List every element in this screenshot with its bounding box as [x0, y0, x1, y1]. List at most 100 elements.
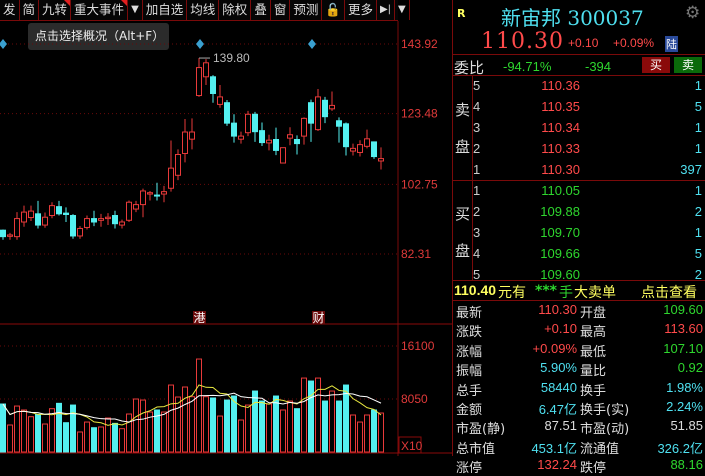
stat-value: 326.2亿 — [657, 440, 703, 456]
volume-bar — [189, 396, 195, 453]
candle-body — [357, 144, 363, 153]
toolbar-item[interactable]: 叠 — [251, 0, 271, 20]
stat-label: 市盈(静) — [456, 422, 506, 438]
toolbar-item[interactable]: 🔓 — [322, 0, 345, 20]
price-change: +0.10 — [568, 36, 599, 50]
stock-title: 新宙邦 300037 — [501, 6, 644, 30]
volume: 1 — [694, 120, 702, 135]
candle-body — [105, 216, 111, 220]
level: 4 — [473, 246, 481, 261]
volume-bar — [357, 421, 363, 453]
price: 110.30 — [541, 162, 580, 177]
toolbar-item[interactable]: 重大事件 — [71, 0, 129, 20]
sell-button[interactable]: 卖 — [674, 57, 702, 73]
big-order-bar[interactable]: 110.40 元有 *** 手 大卖单 点击查看 — [453, 282, 705, 302]
volume-bar — [35, 413, 41, 453]
volume-bar — [322, 400, 328, 453]
price-change-pct: +0.09% — [613, 36, 655, 50]
order-row[interactable]: 4 109.66 5 — [453, 244, 705, 265]
order-row[interactable]: 1 110.30 397 — [453, 160, 705, 181]
order-row[interactable]: 2 109.88 2 — [453, 202, 705, 223]
order-row[interactable]: 3 109.70 1 — [453, 223, 705, 244]
candle-body — [35, 213, 41, 226]
stat-row: 振幅 5.90% 量比 0.92 — [453, 359, 705, 380]
stat-value: 58440 — [540, 379, 577, 395]
volume-bar — [140, 399, 146, 453]
gear-icon[interactable]: ⚙ — [685, 3, 700, 23]
volume-bar — [119, 428, 125, 453]
volume-bar — [98, 426, 104, 453]
volume-bar — [0, 403, 6, 453]
volume-bar — [91, 427, 97, 453]
stat-label: 总市值 — [456, 441, 496, 457]
volume-bar — [217, 415, 223, 453]
candle-body — [126, 201, 132, 221]
stat-label: 流通值 — [580, 441, 620, 457]
candle-body — [119, 221, 125, 226]
candle-body — [21, 211, 27, 223]
volume-bar — [21, 409, 27, 453]
price-tick-label: 82.31 — [401, 247, 431, 261]
volume-bar — [294, 408, 300, 453]
order-row[interactable]: 2 110.33 1 — [453, 139, 705, 160]
price: 109.88 — [540, 204, 580, 219]
toolbar-item[interactable]: 预测 — [290, 0, 323, 20]
toolbar-item[interactable]: 除权 — [219, 0, 252, 20]
toolbar-item[interactable]: 更多 — [345, 0, 377, 20]
candle-body — [84, 218, 90, 228]
volume-bar — [126, 413, 132, 453]
volume: 1 — [694, 78, 702, 93]
toolbar-item[interactable]: 均线 — [187, 0, 220, 20]
toolbar-item[interactable]: 加自选 — [143, 0, 188, 20]
candle-body — [98, 218, 104, 221]
stat-row: 金额 6.47亿 换手(实) 2.24% — [453, 398, 705, 418]
volume-bar — [42, 423, 48, 453]
volume-bar — [301, 377, 307, 453]
candle-body — [49, 205, 55, 217]
diamond-icon — [196, 39, 204, 49]
buy-button[interactable]: 买 — [642, 57, 670, 73]
order-row[interactable]: 3 110.34 1 — [453, 118, 705, 139]
toolbar-item[interactable]: 窗 — [271, 0, 291, 20]
view-link[interactable]: 点击查看 — [641, 282, 697, 302]
level: 2 — [473, 204, 481, 219]
toolbar-item[interactable]: ▼ — [128, 0, 143, 20]
candle-body — [203, 62, 209, 78]
volume-bar — [196, 358, 202, 453]
big-order-type: 大卖单 — [574, 285, 616, 301]
stat-row: 市盈(静) 87.51 市盈(动) 51.85 — [453, 417, 705, 438]
volume-bar — [63, 422, 69, 453]
candle-body — [273, 139, 279, 151]
toolbar-item[interactable]: 九转 — [39, 0, 72, 20]
volume-bar — [203, 396, 209, 453]
volume-bar — [329, 390, 335, 453]
kline-chart[interactable]: 143.92 123.48 102.75 82.31 16100 8050 X10 139.8… — [0, 21, 452, 456]
order-row[interactable]: 1 110.05 1 — [453, 181, 705, 202]
big-order-text: 元有 — [498, 285, 526, 301]
toolbar-item[interactable]: ▼ — [395, 0, 410, 20]
order-row[interactable]: 5 110.36 1 — [453, 76, 705, 97]
volume-bar — [224, 399, 230, 453]
toolbar-item[interactable]: ▶| — [377, 0, 396, 20]
candle-body — [182, 131, 188, 154]
candle-body — [245, 113, 251, 134]
volume-bar — [364, 414, 370, 453]
candle-body — [266, 139, 272, 144]
toolbar-item[interactable]: 简 — [20, 0, 40, 20]
volume-tick-label: 8050 — [401, 392, 428, 406]
candle-body — [112, 215, 118, 225]
stat-label: 振幅 — [456, 364, 483, 380]
volume-bar — [238, 419, 244, 453]
stat-row: 涨停 132.24 跌停 88.16 — [453, 456, 705, 476]
volume-bar — [161, 411, 167, 453]
candle-body — [175, 154, 181, 176]
stat-row: 总市值 453.1亿 流通值 326.2亿 — [453, 437, 705, 457]
order-row[interactable]: 4 110.35 5 — [453, 97, 705, 118]
toolbar-item[interactable]: 发 — [0, 0, 20, 20]
volume-bar — [112, 422, 118, 453]
stat-value: 6.47亿 — [538, 402, 577, 417]
level: 1 — [473, 162, 481, 177]
volume-bar — [175, 396, 181, 453]
candle-body — [161, 191, 167, 195]
stat-label: 换手 — [580, 383, 607, 399]
